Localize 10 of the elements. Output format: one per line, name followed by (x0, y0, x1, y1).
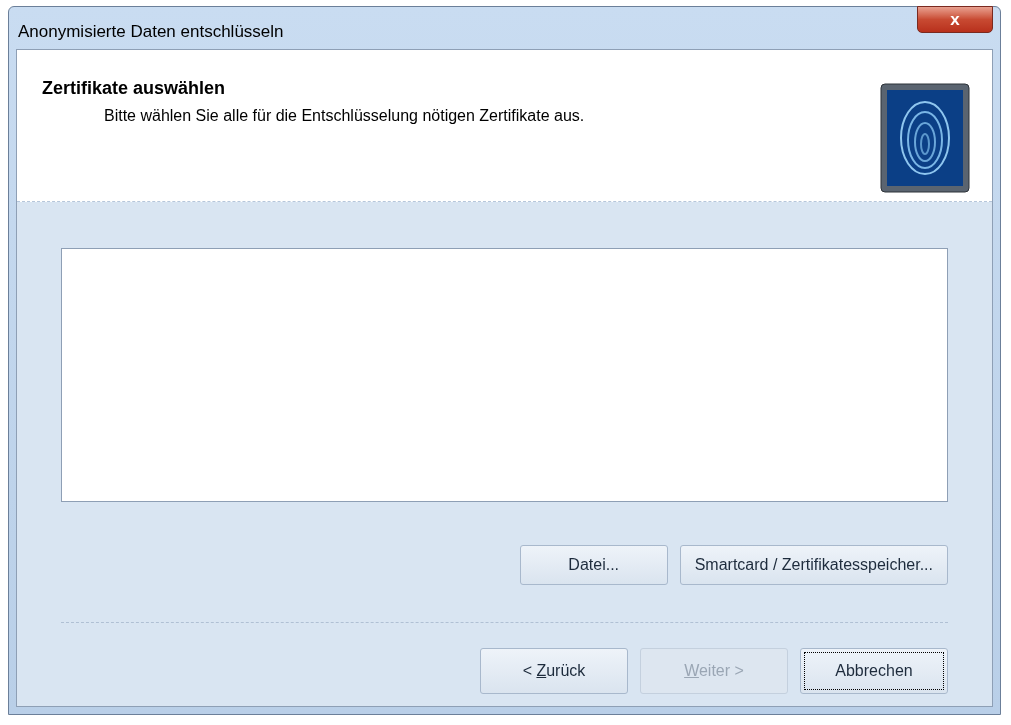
source-button[interactable]: Smartcard / Zertifikatesspeicher... (679, 545, 948, 585)
certificate-list[interactable] (61, 248, 948, 502)
nav-button[interactable]: Abbrechen (800, 648, 948, 694)
close-button[interactable]: x (917, 6, 993, 33)
window-title: Anonymisierte Daten entschlüsseln (18, 21, 284, 43)
source-button[interactable]: Datei... (519, 545, 668, 585)
header-subtitle: Bitte wählen Sie alle für die Entschlüsselung nötigen Zertifikate aus. (103, 106, 585, 126)
nav-button[interactable]: < Zurück (480, 648, 628, 694)
header-title: Zertifikate auswählen (42, 77, 227, 100)
fingerprint-icon (880, 83, 970, 193)
